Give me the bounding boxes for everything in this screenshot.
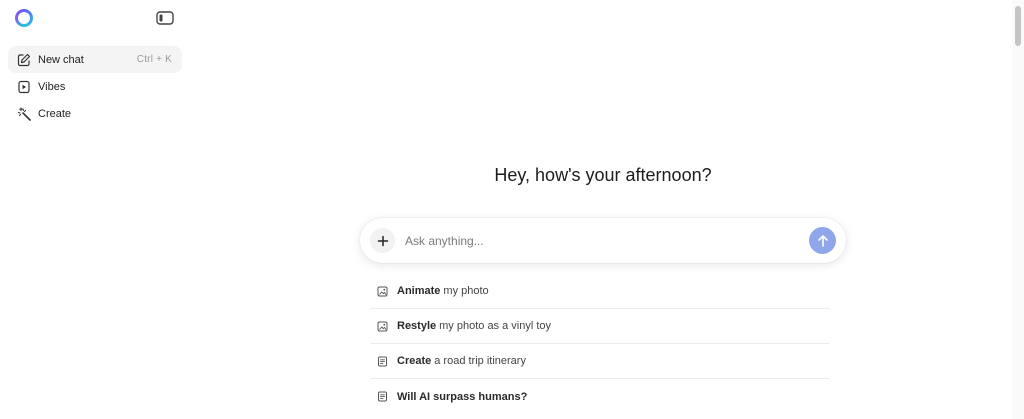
suggestion-item-animate-photo[interactable]: Animate my photo [370,274,830,309]
suggestion-item-ai-surpass[interactable]: Will AI surpass humans? [370,379,830,414]
suggestion-list: Animate my photo Restyle my photo as a v… [370,274,830,414]
suggestion-keyword: Animate [397,285,441,297]
suggestion-item-road-trip[interactable]: Create a road trip itinerary [370,344,830,379]
app-logo[interactable] [15,9,33,27]
scrollbar-thumb[interactable] [1015,6,1021,46]
suggestion-keyword: Restyle [397,320,437,332]
suggestion-text: a road trip itinerary [434,355,526,367]
suggestion-item-restyle-photo[interactable]: Restyle my photo as a vinyl toy [370,309,830,344]
arrow-up-icon [817,234,828,247]
page-scrollbar[interactable] [1012,0,1024,419]
magic-wand-icon [17,106,31,121]
sidebar-nav: New chat Ctrl + K Vibes Create [8,46,182,127]
keyboard-shortcut: Ctrl + K [136,54,172,65]
plus-icon [377,235,388,246]
chat-composer [360,218,846,263]
play-square-icon [17,80,31,94]
suggestion-text: my photo as a vinyl toy [439,320,552,332]
sidebar-item-label: New chat [38,53,84,66]
image-icon [377,321,388,332]
sidebar-item-label: Vibes [38,80,66,93]
image-icon [377,286,388,297]
suggestion-text: my photo [443,285,489,297]
add-attachment-button[interactable] [370,228,395,253]
chat-input[interactable] [405,233,809,248]
greeting-heading: Hey, how's your afternoon? [494,165,712,185]
send-button[interactable] [809,227,836,254]
document-icon [377,356,388,367]
suggestion-keyword: Will AI surpass humans? [397,390,528,403]
sidebar-item-vibes[interactable]: Vibes [8,73,182,100]
edit-icon [17,53,31,67]
sidebar-item-new-chat[interactable]: New chat Ctrl + K [8,46,182,73]
document-icon [377,391,388,402]
sidebar-toggle-icon[interactable] [156,11,174,25]
sidebar-item-create[interactable]: Create [8,100,182,127]
sidebar-item-label: Create [38,107,72,120]
suggestion-keyword: Create [397,355,432,367]
